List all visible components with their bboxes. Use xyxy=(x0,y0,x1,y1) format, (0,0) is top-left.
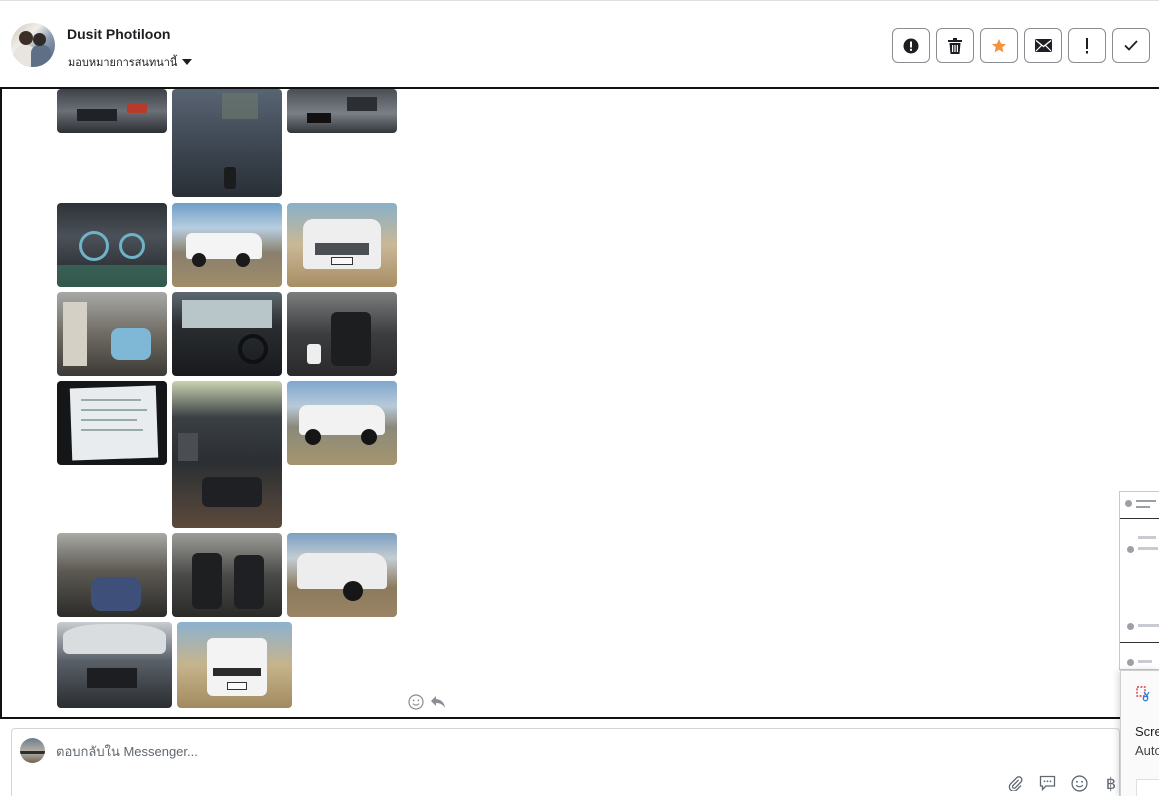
photo-truck-side-3[interactable] xyxy=(287,533,397,617)
follow-up-button[interactable] xyxy=(1068,28,1106,63)
notification-subtitle: Auto xyxy=(1135,743,1159,758)
envelope-icon xyxy=(1034,39,1052,52)
star-button[interactable] xyxy=(980,28,1018,63)
chat-bubble-icon xyxy=(1039,775,1055,791)
message-reactions xyxy=(408,694,446,710)
notification-button[interactable] xyxy=(1136,779,1159,796)
smiley-icon xyxy=(1070,774,1088,792)
checkmark-icon xyxy=(1124,40,1138,51)
photo-truck-side-2[interactable] xyxy=(287,381,397,465)
delete-button[interactable] xyxy=(936,28,974,63)
photo-front-seats[interactable] xyxy=(172,533,282,617)
reply-icon[interactable] xyxy=(430,694,446,710)
photo-interior-3[interactable] xyxy=(287,292,397,376)
photo-interior-1[interactable] xyxy=(57,292,167,376)
photo-document[interactable] xyxy=(57,381,167,465)
photo-engine-2[interactable] xyxy=(287,89,397,133)
user-name[interactable]: Dusit Photiloon xyxy=(67,26,170,42)
emoji-button[interactable] xyxy=(1069,773,1089,793)
photo-dashboard[interactable] xyxy=(57,203,167,287)
payment-button[interactable]: ฿ xyxy=(1101,773,1121,793)
avatar[interactable] xyxy=(11,23,55,67)
photo-engine-open[interactable] xyxy=(57,622,172,708)
mark-unread-button[interactable] xyxy=(1024,28,1062,63)
mark-done-button[interactable] xyxy=(1112,28,1150,63)
photo-truck-rear[interactable] xyxy=(177,622,292,708)
screenshot-notification[interactable]: Scre Auto xyxy=(1120,670,1159,796)
avatar xyxy=(20,738,45,763)
assign-label: มอบหมายการสนทนานี้ xyxy=(68,57,178,69)
paperclip-icon xyxy=(1008,776,1023,791)
photo-truck-side-1[interactable] xyxy=(172,203,282,287)
reply-composer: ฿ xyxy=(11,728,1120,796)
photo-interior-2[interactable] xyxy=(172,292,282,376)
snipping-tool-icon xyxy=(1136,686,1150,702)
smiley-icon[interactable] xyxy=(408,694,424,710)
photo-windshield[interactable] xyxy=(172,89,282,197)
notification-title: Scre xyxy=(1135,724,1159,739)
conversation-actions xyxy=(892,28,1150,63)
window-thumbnail[interactable] xyxy=(1119,491,1159,670)
saved-replies-button[interactable] xyxy=(1037,773,1057,793)
photo-rear-seat[interactable] xyxy=(57,533,167,617)
star-icon xyxy=(992,38,1006,52)
alert-circle-icon xyxy=(903,38,919,53)
trash-icon xyxy=(948,37,962,54)
photo-engine-1[interactable] xyxy=(57,89,167,133)
photo-truck-front[interactable] xyxy=(287,203,397,287)
photo-interior-tall[interactable] xyxy=(172,381,282,528)
report-spam-button[interactable] xyxy=(892,28,930,63)
caret-down-icon xyxy=(182,59,193,65)
attachment-button[interactable] xyxy=(1005,773,1025,793)
assign-conversation-dropdown[interactable]: มอบหมายการสนทนานี้ xyxy=(68,53,193,71)
conversation-panel xyxy=(0,87,1159,719)
baht-icon: ฿ xyxy=(1105,773,1117,793)
composer-toolbar: ฿ xyxy=(1005,773,1121,793)
exclamation-icon xyxy=(1086,37,1088,53)
conversation-header: Dusit Photiloon มอบหมายการสนทนานี้ xyxy=(0,0,1159,88)
reply-input[interactable] xyxy=(56,744,956,759)
